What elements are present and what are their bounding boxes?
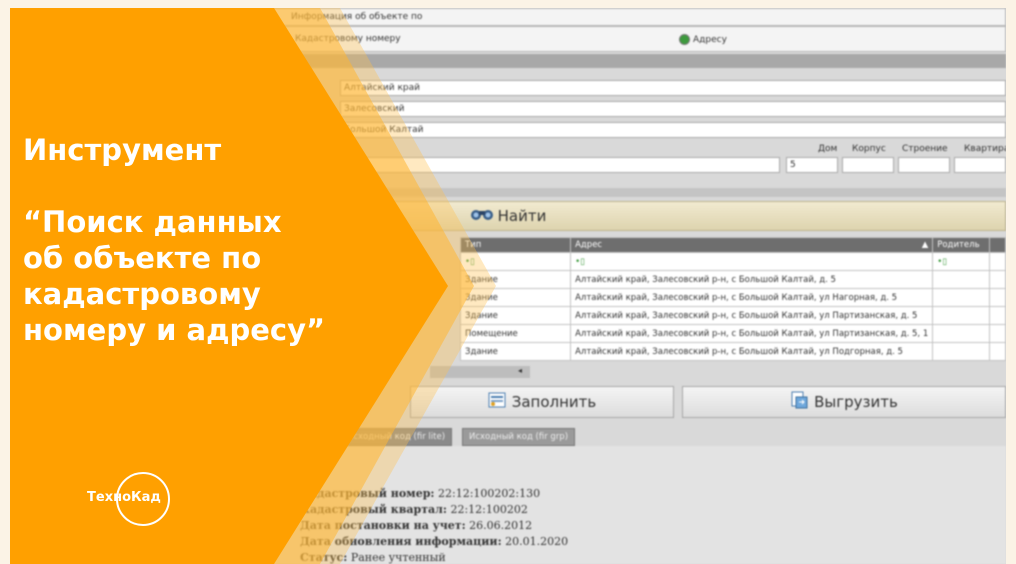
screenshot-frame: Информация об объекте по Кадастровому но…: [10, 8, 1006, 564]
title-line-1: Инструмент: [23, 133, 222, 167]
title-line-5: номеру и адресу”: [23, 313, 326, 347]
title-line-3: об объекте по: [23, 241, 262, 275]
promo-title: Инструмент “Поиск данных об объекте по к…: [23, 132, 325, 348]
title-line-2: “Поиск данных: [23, 205, 282, 239]
technokad-logo: ТехноКад: [76, 472, 172, 526]
logo-text: ТехноКад: [87, 490, 161, 505]
title-line-4: кадастровому: [23, 277, 261, 311]
